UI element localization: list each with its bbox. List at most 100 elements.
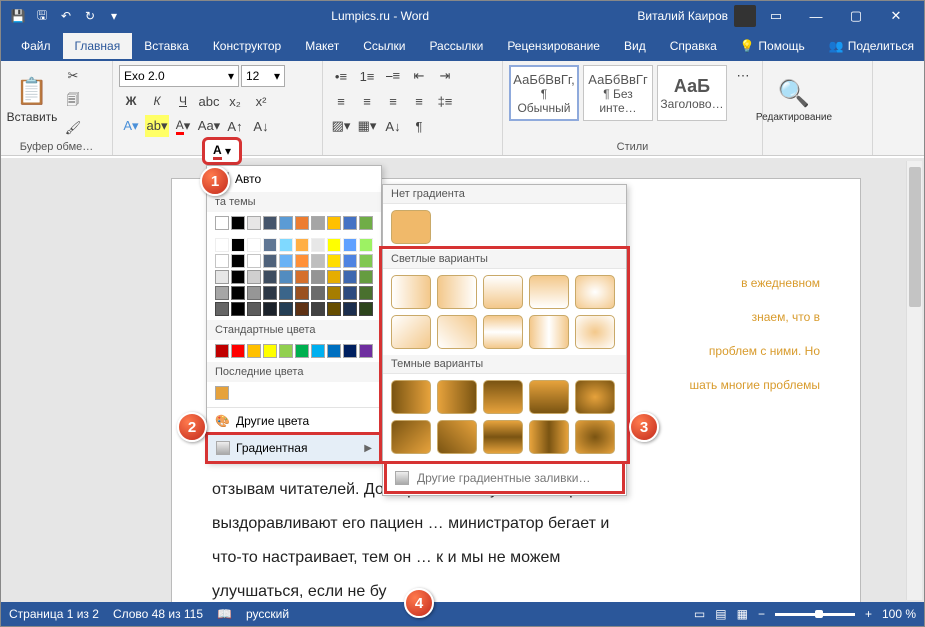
color-swatch[interactable] <box>231 238 245 252</box>
color-swatch[interactable] <box>263 270 277 284</box>
color-swatch[interactable] <box>295 286 309 300</box>
zoom-out-button[interactable]: − <box>758 607 765 621</box>
color-swatch[interactable] <box>295 302 309 316</box>
show-marks-button[interactable]: ¶ <box>407 115 431 137</box>
color-swatch[interactable] <box>215 216 229 230</box>
cut-button[interactable]: ✂ <box>61 65 85 87</box>
color-swatch[interactable] <box>295 254 309 268</box>
color-swatch[interactable] <box>215 302 229 316</box>
gradient-thumb[interactable] <box>483 315 523 349</box>
theme-shades[interactable] <box>207 234 381 320</box>
zoom-in-button[interactable]: + <box>865 607 872 621</box>
gradient-thumb[interactable] <box>483 380 523 414</box>
format-painter-button[interactable]: 🖌 <box>61 117 85 139</box>
gradient-thumb[interactable] <box>437 275 477 309</box>
tab-help[interactable]: Справка <box>658 33 729 59</box>
gradient-thumb[interactable] <box>529 315 569 349</box>
maximize-button[interactable]: ▢ <box>836 1 876 31</box>
tab-review[interactable]: Рецензирование <box>495 33 612 59</box>
sort-button[interactable]: A↓ <box>381 115 405 137</box>
color-swatch[interactable] <box>279 344 293 358</box>
color-swatch[interactable] <box>231 270 245 284</box>
underline-button[interactable]: Ч <box>171 90 195 112</box>
color-swatch[interactable] <box>247 254 261 268</box>
align-right-button[interactable]: ≡ <box>381 90 405 112</box>
highlight-button[interactable]: ab▾ <box>145 115 169 137</box>
gradient-thumb[interactable] <box>391 420 431 454</box>
dark-variants[interactable] <box>383 374 626 460</box>
color-swatch[interactable] <box>343 344 357 358</box>
color-swatch[interactable] <box>215 344 229 358</box>
color-swatch[interactable] <box>231 254 245 268</box>
color-swatch[interactable] <box>247 270 261 284</box>
zoom-level[interactable]: 100 % <box>882 607 916 621</box>
user-account[interactable]: Виталий Каиров <box>637 5 756 27</box>
borders-button[interactable]: ▦▾ <box>355 115 379 137</box>
color-swatch[interactable] <box>311 302 325 316</box>
color-swatch[interactable] <box>263 344 277 358</box>
color-swatch[interactable] <box>359 254 373 268</box>
color-swatch[interactable] <box>327 270 341 284</box>
color-swatch[interactable] <box>279 238 293 252</box>
color-swatch[interactable] <box>327 302 341 316</box>
qat-dropdown-icon[interactable]: ▾ <box>105 7 123 25</box>
color-swatch[interactable] <box>311 254 325 268</box>
gradient-thumb[interactable] <box>575 380 615 414</box>
color-swatch[interactable] <box>279 216 293 230</box>
color-swatch[interactable] <box>231 302 245 316</box>
redo-icon[interactable]: ↻ <box>81 7 99 25</box>
color-swatch[interactable] <box>359 302 373 316</box>
color-swatch[interactable] <box>311 286 325 300</box>
gradient-thumb[interactable] <box>575 420 615 454</box>
style-normal[interactable]: АаБбВвГг,¶ Обычный <box>509 65 579 121</box>
color-swatch[interactable] <box>295 238 309 252</box>
minimize-button[interactable]: ― <box>796 1 836 31</box>
color-swatch[interactable] <box>215 254 229 268</box>
increase-indent-button[interactable]: ⇥ <box>433 65 457 87</box>
gradient-thumb[interactable] <box>529 380 569 414</box>
editing-button[interactable]: 🔍Редактирование <box>769 65 819 135</box>
color-swatch[interactable] <box>311 216 325 230</box>
gradient-thumb[interactable] <box>391 275 431 309</box>
tab-layout[interactable]: Макет <box>293 33 351 59</box>
color-swatch[interactable] <box>359 238 373 252</box>
numbering-button[interactable]: 1≡ <box>355 65 379 87</box>
color-swatch[interactable] <box>231 344 245 358</box>
font-size-combo[interactable]: 12▾ <box>241 65 285 87</box>
color-swatch[interactable] <box>215 286 229 300</box>
more-gradients[interactable]: Другие градиентные заливки… <box>385 462 624 493</box>
style-nospacing[interactable]: АаБбВвГг¶ Без инте… <box>583 65 653 121</box>
shading-button[interactable]: ▨▾ <box>329 115 353 137</box>
color-swatch[interactable] <box>343 302 357 316</box>
line-spacing-button[interactable]: ‡≡ <box>433 90 457 112</box>
ribbon-opts-icon[interactable]: ▭ <box>756 1 796 31</box>
color-swatch[interactable] <box>263 238 277 252</box>
undo-icon[interactable]: ↶ <box>57 7 75 25</box>
tab-design[interactable]: Конструктор <box>201 33 293 59</box>
color-swatch[interactable] <box>279 254 293 268</box>
color-swatch[interactable] <box>343 216 357 230</box>
gradient-thumb[interactable] <box>437 380 477 414</box>
color-swatch[interactable] <box>231 216 245 230</box>
copy-button[interactable]: 🗐 <box>61 91 85 113</box>
color-swatch[interactable] <box>215 238 229 252</box>
grow-font-button[interactable]: A↑ <box>223 115 247 137</box>
view-readmode-icon[interactable]: ▭ <box>694 607 705 621</box>
paste-button[interactable]: 📋 Вставить <box>7 65 57 135</box>
color-swatch[interactable] <box>327 286 341 300</box>
gradient-thumb[interactable] <box>483 275 523 309</box>
color-swatch[interactable] <box>311 344 325 358</box>
zoom-slider[interactable] <box>775 613 855 616</box>
strike-button[interactable]: abc <box>197 90 221 112</box>
justify-button[interactable]: ≡ <box>407 90 431 112</box>
color-swatch[interactable] <box>343 286 357 300</box>
gradient-thumb[interactable] <box>391 380 431 414</box>
color-swatch[interactable] <box>311 270 325 284</box>
tab-mailings[interactable]: Рассылки <box>417 33 495 59</box>
color-swatch[interactable] <box>247 216 261 230</box>
align-center-button[interactable]: ≡ <box>355 90 379 112</box>
text-effects-button[interactable]: А▾ <box>119 115 143 137</box>
tab-home[interactable]: Главная <box>63 33 133 59</box>
recent-swatch[interactable] <box>207 382 381 407</box>
color-swatch[interactable] <box>279 270 293 284</box>
